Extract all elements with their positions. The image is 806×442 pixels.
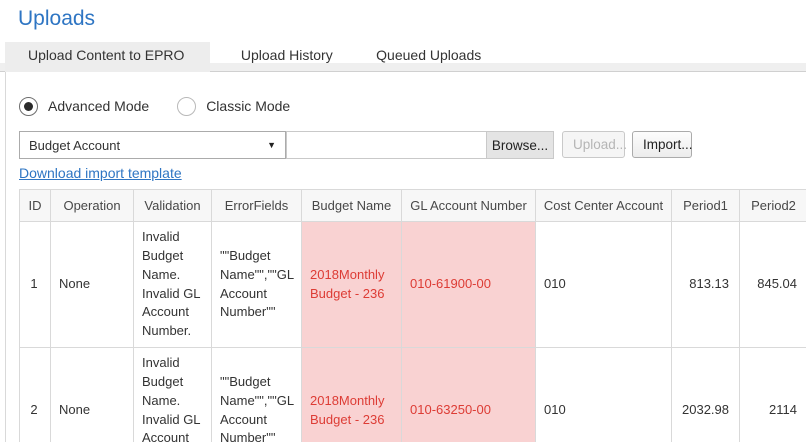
col-header-budget-name: Budget Name: [302, 190, 402, 222]
cell-id: 2: [20, 348, 51, 442]
upload-type-select[interactable]: Budget Account ▼: [19, 131, 286, 159]
cell-validation: Invalid Budget Name. Invalid GL Account …: [134, 222, 212, 348]
cell-operation: None: [51, 222, 134, 348]
cell-period1: 813.13: [672, 222, 740, 348]
cell-cost-center-account: 010: [536, 348, 672, 442]
upload-button[interactable]: Upload...: [562, 131, 625, 158]
chevron-down-icon: ▼: [267, 140, 276, 150]
cell-period1: 2032.98: [672, 348, 740, 442]
cell-period2: 2114: [740, 348, 806, 442]
upload-controls-row: Budget Account ▼ Browse... Upload... Imp…: [19, 131, 806, 159]
upload-type-select-value: Budget Account: [29, 138, 120, 153]
upload-content-panel: Advanced Mode Classic Mode Budget Accoun…: [5, 72, 806, 442]
radio-advanced-mode-label: Advanced Mode: [48, 98, 149, 114]
cell-period2: 845.04: [740, 222, 806, 348]
tab-upload-content-to-epro[interactable]: Upload Content to EPRO: [5, 42, 210, 72]
cell-cost-center-account: 010: [536, 222, 672, 348]
col-header-validation: Validation: [134, 190, 212, 222]
validation-results-table: ID Operation Validation ErrorFields Budg…: [19, 189, 806, 442]
col-header-period1: Period1: [672, 190, 740, 222]
browse-button[interactable]: Browse...: [486, 132, 553, 158]
page-title: Uploads: [18, 7, 806, 31]
cell-budget-name: 2018Monthly Budget - 236: [302, 222, 402, 348]
radio-classic-mode-label: Classic Mode: [206, 98, 290, 114]
cell-budget-name: 2018Monthly Budget - 236: [302, 348, 402, 442]
radio-classic-mode[interactable]: Classic Mode: [177, 97, 290, 116]
col-header-period2: Period2: [740, 190, 806, 222]
cell-gl-account-number: 010-61900-00: [402, 222, 536, 348]
table-row: 2 None Invalid Budget Name. Invalid GL A…: [20, 348, 806, 442]
table-row: 1 None Invalid Budget Name. Invalid GL A…: [20, 222, 806, 348]
col-header-gl-account-number: GL Account Number: [402, 190, 536, 222]
download-template-link[interactable]: Download import template: [19, 165, 182, 181]
file-upload-control: Browse...: [286, 131, 554, 159]
table-header-row: ID Operation Validation ErrorFields Budg…: [20, 190, 806, 222]
cell-error-fields: ""Budget Name"",""GL Account Number"": [212, 222, 302, 348]
cell-operation: None: [51, 348, 134, 442]
tab-strip: Upload Content to EPRO Upload History Qu…: [0, 42, 806, 72]
mode-radio-group: Advanced Mode Classic Mode: [19, 96, 806, 116]
file-path-input[interactable]: [287, 132, 486, 158]
tab-upload-history[interactable]: Upload History: [228, 42, 346, 72]
col-header-cost-center-account: Cost Center Account: [536, 190, 672, 222]
cell-gl-account-number: 010-63250-00: [402, 348, 536, 442]
col-header-errorfields: ErrorFields: [212, 190, 302, 222]
radio-selected-icon[interactable]: [19, 97, 38, 116]
col-header-id: ID: [20, 190, 51, 222]
radio-advanced-mode[interactable]: Advanced Mode: [19, 97, 149, 116]
col-header-operation: Operation: [51, 190, 134, 222]
cell-error-fields: ""Budget Name"",""GL Account Number"": [212, 348, 302, 442]
import-button[interactable]: Import...: [632, 131, 692, 158]
cell-validation: Invalid Budget Name. Invalid GL Account …: [134, 348, 212, 442]
radio-unselected-icon[interactable]: [177, 97, 196, 116]
cell-id: 1: [20, 222, 51, 348]
tab-queued-uploads[interactable]: Queued Uploads: [363, 42, 494, 72]
